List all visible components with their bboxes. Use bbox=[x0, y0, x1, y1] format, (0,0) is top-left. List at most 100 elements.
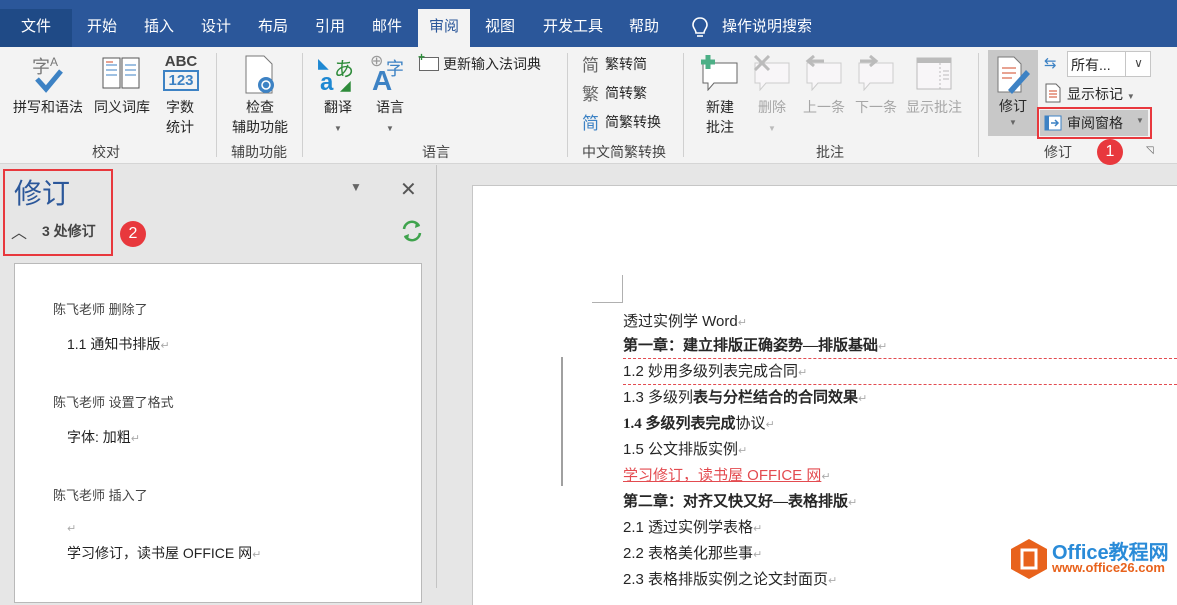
doc-line[interactable]: 2.1 透过实例学表格↵ bbox=[623, 516, 762, 537]
paragraph-mark: ↵ bbox=[252, 549, 262, 561]
spelling-grammar-button[interactable]: 拼写和语法 bbox=[8, 97, 88, 117]
word-count-button[interactable]: 字数 统计 bbox=[160, 97, 200, 137]
doc-line[interactable]: 1.5 公文排版实例↵ bbox=[623, 438, 747, 459]
group-separator bbox=[683, 53, 684, 157]
simplified-to-traditional-icon: 繁 bbox=[582, 85, 599, 104]
paragraph-mark: ↵ bbox=[130, 433, 140, 445]
tab-view[interactable]: 视图 bbox=[475, 9, 525, 47]
new-comment-label-1: 新建 bbox=[706, 99, 734, 115]
tab-insert[interactable]: 插入 bbox=[137, 9, 181, 47]
translate-dropdown-caret[interactable]: ▼ bbox=[318, 119, 358, 139]
group-separator bbox=[978, 53, 979, 157]
next-comment-icon bbox=[858, 55, 894, 91]
tab-review[interactable]: 审阅 bbox=[418, 9, 470, 47]
page-corner-mark bbox=[592, 275, 623, 303]
new-comment-button[interactable]: 新建 批注 bbox=[698, 97, 742, 137]
ribbon-tab-bar: 文件 开始 插入 设计 布局 引用 邮件 审阅 视图 开发工具 帮助 操作说明搜… bbox=[0, 0, 1177, 47]
revision-author: 陈飞老师 设置了格式 bbox=[53, 395, 174, 410]
close-icon[interactable]: ✕ bbox=[400, 177, 417, 202]
highlight-box-reviewing-pane bbox=[1037, 107, 1152, 139]
show-markup-icon bbox=[1045, 83, 1061, 103]
revision-author: 陈飞老师 删除了 bbox=[53, 302, 148, 317]
group-label-tracking: 修订 bbox=[1044, 144, 1072, 160]
revision-item[interactable]: 学习修订，读书屋 OFFICE 网↵ bbox=[67, 543, 261, 563]
doc-heading[interactable]: 第一章：建立排版正确姿势—排版基础↵ bbox=[623, 334, 887, 355]
tab-help[interactable]: 帮助 bbox=[622, 9, 666, 47]
chevron-down-icon[interactable]: ∨ bbox=[1125, 52, 1151, 76]
group-label-proofing: 校对 bbox=[92, 144, 120, 160]
display-for-review-icon: ⇆ bbox=[1044, 55, 1057, 72]
check-accessibility-button[interactable]: 检查 辅助功能 bbox=[222, 97, 298, 137]
group-separator bbox=[216, 53, 217, 157]
revision-item[interactable]: 1.1 通知书排版↵ bbox=[67, 334, 170, 354]
word-count-label-2: 统计 bbox=[166, 119, 194, 135]
tab-layout[interactable]: 布局 bbox=[251, 9, 295, 47]
group-separator bbox=[567, 53, 568, 157]
group-label-comments: 批注 bbox=[816, 144, 844, 160]
previous-comment-icon bbox=[805, 55, 842, 91]
deletion-mark-line bbox=[623, 358, 1177, 359]
pane-divider[interactable] bbox=[436, 165, 437, 588]
language-icon: ⊕ 字 A bbox=[370, 53, 404, 96]
delete-comment-button[interactable]: 删除 bbox=[752, 97, 792, 117]
doc-line[interactable]: 1.4 多级列表完成协议↵ bbox=[623, 412, 775, 433]
check-accessibility-label-1: 检查 bbox=[246, 99, 274, 115]
pane-options-dropdown-icon[interactable]: ▼ bbox=[350, 180, 362, 194]
track-changes-button[interactable]: 修订 ▼ bbox=[988, 50, 1038, 136]
tab-home[interactable]: 开始 bbox=[80, 9, 124, 47]
tab-references[interactable]: 引用 bbox=[308, 9, 352, 47]
revision-item[interactable]: 字体: 加粗↵ bbox=[67, 427, 140, 447]
delete-dropdown-caret[interactable]: ▼ bbox=[752, 119, 792, 139]
dialog-launcher-icon[interactable]: ◹ bbox=[1146, 145, 1154, 156]
next-comment-button[interactable]: 下一条 bbox=[852, 97, 900, 117]
show-comments-button[interactable]: 显示批注 bbox=[902, 97, 966, 117]
simplified-to-traditional-button[interactable]: 简转繁 bbox=[605, 83, 647, 103]
refresh-icon[interactable] bbox=[400, 219, 424, 243]
language-button[interactable]: 语言 bbox=[370, 97, 410, 117]
markup-view-value: 所有... bbox=[1071, 57, 1111, 73]
thesaurus-icon bbox=[102, 57, 140, 89]
markup-view-select[interactable]: 所有... ∨ bbox=[1067, 51, 1151, 77]
new-comment-label-2: 批注 bbox=[706, 119, 734, 135]
doc-line[interactable]: 2.2 表格美化那些事↵ bbox=[623, 542, 762, 563]
ribbon: 字A 拼写和语法 同义词库 ABC 123 字数 统计 校对 检查 辅助功能 辅助功… bbox=[0, 47, 1177, 165]
deletion-mark-line bbox=[623, 384, 1177, 385]
show-markup-label: 显示标记 bbox=[1067, 86, 1123, 102]
revision-content: 学习修订，读书屋 OFFICE 网 bbox=[67, 545, 253, 561]
update-ime-dictionary-button[interactable]: 更新输入法词典 bbox=[443, 54, 541, 74]
tell-me-search[interactable]: 操作说明搜索 bbox=[722, 9, 817, 47]
thesaurus-button[interactable]: 同义词库 bbox=[90, 97, 154, 117]
doc-line[interactable]: 透过实例学 Word↵ bbox=[623, 310, 747, 331]
tab-design[interactable]: 设计 bbox=[194, 9, 238, 47]
change-bar bbox=[561, 357, 563, 486]
annotation-badge-2: 2 bbox=[120, 221, 146, 247]
previous-comment-button[interactable]: 上一条 bbox=[800, 97, 848, 117]
group-label-accessibility: 辅助功能 bbox=[231, 144, 287, 160]
doc-line[interactable]: 2.3 表格排版实例之论文封面页↵ bbox=[623, 568, 837, 589]
doc-line[interactable]: 1.2 妙用多级列表完成合同↵ bbox=[623, 360, 807, 381]
group-separator bbox=[302, 53, 303, 157]
show-markup-button[interactable]: 显示标记 ▼ bbox=[1067, 84, 1135, 107]
office-logo-icon bbox=[1011, 539, 1047, 579]
track-changes-label: 修订 bbox=[999, 98, 1027, 114]
annotation-badge-1: 1 bbox=[1097, 139, 1123, 165]
track-changes-icon bbox=[997, 56, 1030, 94]
doc-inserted-line[interactable]: 学习修订，读书屋 OFFICE 网↵ bbox=[623, 464, 831, 485]
highlight-box-pane-header bbox=[3, 169, 113, 256]
tab-developer[interactable]: 开发工具 bbox=[537, 9, 609, 47]
language-dropdown-caret[interactable]: ▼ bbox=[370, 119, 410, 139]
word-count-label-1: 字数 bbox=[166, 99, 194, 115]
doc-line[interactable]: 1.3 多级列表与分栏结合的合同效果↵ bbox=[623, 386, 867, 407]
accessibility-check-icon bbox=[245, 55, 274, 94]
traditional-to-simplified-button[interactable]: 繁转简 bbox=[605, 54, 647, 74]
revision-content: 字体: 加粗 bbox=[67, 429, 131, 445]
update-ime-dictionary-icon: + bbox=[418, 50, 439, 71]
tab-mailings[interactable]: 邮件 bbox=[365, 9, 409, 47]
tab-file[interactable]: 文件 bbox=[0, 9, 72, 47]
translate-button[interactable]: 翻译 bbox=[318, 97, 358, 117]
chinese-conversion-button[interactable]: 简繁转换 bbox=[605, 112, 661, 132]
track-changes-dropdown-caret[interactable]: ▼ bbox=[988, 118, 1038, 127]
translate-icon: あ a ◣ ◢ bbox=[318, 55, 354, 96]
doc-heading[interactable]: 第二章：对齐又快又好—表格排版↵ bbox=[623, 490, 857, 511]
new-comment-icon bbox=[701, 55, 738, 91]
